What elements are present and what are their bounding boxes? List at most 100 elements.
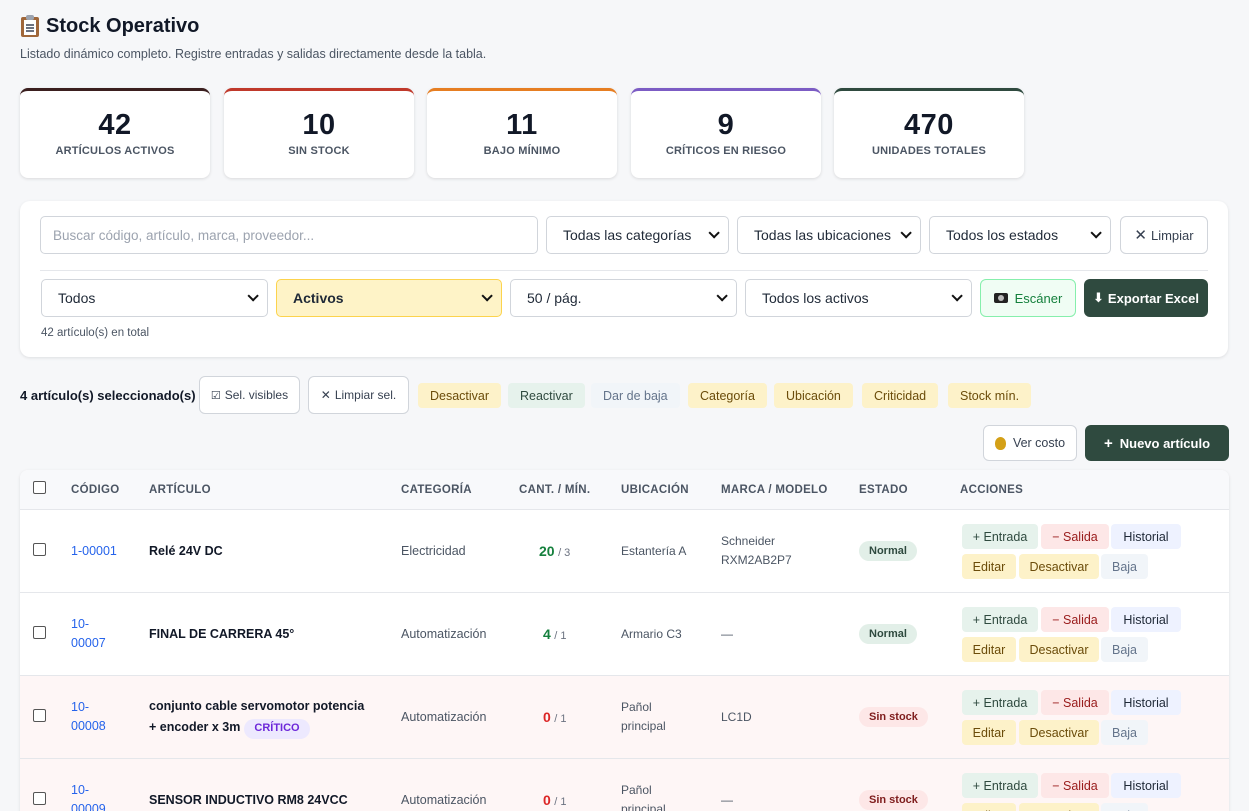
editar-button[interactable]: Editar: [962, 803, 1016, 811]
entrada-button[interactable]: + Entrada: [962, 773, 1038, 798]
col-code[interactable]: CÓDIGO: [71, 484, 119, 496]
location-select[interactable]: Todas las ubicaciones: [737, 216, 921, 254]
row-checkbox[interactable]: [33, 626, 46, 639]
item-brand: LC1D: [721, 710, 752, 724]
col-qty[interactable]: CANT. / MÍN.: [519, 484, 590, 496]
plus-icon: +: [1103, 434, 1113, 452]
desactivar-button[interactable]: Desactivar: [1019, 720, 1099, 745]
location-line1: Pañol: [621, 783, 652, 797]
item-code-link[interactable]: 10- 00008: [71, 698, 106, 736]
salida-button[interactable]: − Salida: [1041, 690, 1109, 715]
col-brand[interactable]: MARCA / MODELO: [721, 484, 828, 496]
entrada-button[interactable]: + Entrada: [962, 607, 1038, 632]
scanner-button[interactable]: Escáner: [980, 279, 1076, 317]
item-location: Pañol principal: [621, 698, 666, 736]
desactivar-button[interactable]: Desactivar: [1019, 803, 1099, 811]
status-badge: Sin stock: [859, 707, 928, 727]
filters-panel: Buscar código, artículo, marca, proveedo…: [20, 201, 1228, 357]
historial-button[interactable]: Historial: [1111, 773, 1181, 798]
type-select[interactable]: Todos: [41, 279, 268, 317]
stat-label: UNIDADES TOTALES: [871, 145, 987, 157]
item-name: FINAL DE CARRERA 45°: [149, 627, 295, 641]
table-row: 10- 00007 FINAL DE CARRERA 45° Automatiza…: [20, 593, 1229, 676]
qty-value: 20: [539, 543, 555, 559]
export-excel-button[interactable]: ⬇ Exportar Excel: [1084, 279, 1208, 317]
baja-button[interactable]: Baja: [1101, 720, 1148, 745]
location-line1: Pañol: [621, 700, 652, 714]
bulk-dispose-button[interactable]: Dar de baja: [591, 383, 680, 408]
bulk-criticality-button[interactable]: Criticidad: [862, 383, 939, 408]
item-code-link[interactable]: 10- 00007: [71, 615, 106, 653]
item-category: Automatización: [401, 793, 487, 807]
item-code: 10-: [71, 783, 90, 797]
item-code-link[interactable]: 1-00001: [71, 542, 117, 561]
row-checkbox[interactable]: [33, 792, 46, 805]
item-code-suffix: 00007: [71, 636, 106, 650]
assets-select-value: Todos los activos: [762, 290, 869, 306]
new-item-label: Nuevo artículo: [1119, 435, 1211, 451]
desactivar-button[interactable]: Desactivar: [1019, 637, 1099, 662]
item-code-link[interactable]: 10- 00009: [71, 781, 106, 811]
view-cost-button[interactable]: Ver costo: [983, 425, 1077, 461]
select-visible-button[interactable]: ☑ Sel. visibles: [199, 376, 300, 414]
col-location[interactable]: UBICACIÓN: [621, 484, 689, 496]
checkbox-icon: ☑: [210, 389, 221, 402]
stat-label: CRÍTICOS EN RIESGO: [665, 145, 787, 157]
editar-button[interactable]: Editar: [962, 554, 1016, 579]
desactivar-button[interactable]: Desactivar: [1019, 554, 1099, 579]
total-count: 42 artículo(s) en total: [41, 327, 150, 339]
status-select[interactable]: Todos los estados: [929, 216, 1111, 254]
item-brand: Schneider RXM2AB2P7: [721, 532, 792, 570]
salida-button[interactable]: − Salida: [1041, 524, 1109, 549]
baja-button[interactable]: Baja: [1101, 554, 1148, 579]
search-input[interactable]: Buscar código, artículo, marca, proveedo…: [40, 216, 538, 254]
bulk-reactivate-button[interactable]: Reactivar: [508, 383, 585, 408]
item-brand: —: [721, 793, 733, 807]
historial-button[interactable]: Historial: [1111, 607, 1181, 632]
salida-button[interactable]: − Salida: [1041, 607, 1109, 632]
salida-button[interactable]: − Salida: [1041, 773, 1109, 798]
stat-label: SIN STOCK: [288, 145, 350, 157]
item-code: 1-00001: [71, 544, 117, 558]
clear-selection-button[interactable]: ✕ Limpiar sel.: [308, 376, 409, 414]
historial-button[interactable]: Historial: [1111, 524, 1181, 549]
editar-button[interactable]: Editar: [962, 720, 1016, 745]
bulk-deactivate-button[interactable]: Desactivar: [418, 383, 502, 408]
bulk-min-stock-button[interactable]: Stock mín.: [948, 383, 1032, 408]
col-article[interactable]: ARTÍCULO: [149, 484, 211, 496]
bulk-location-button[interactable]: Ubicación: [774, 383, 853, 408]
brand-line: Schneider: [721, 534, 776, 548]
row-checkbox[interactable]: [33, 709, 46, 722]
clear-filters-button[interactable]: ✕ Limpiar: [1120, 216, 1208, 254]
col-category[interactable]: CATEGORÍA: [401, 484, 472, 496]
chevron-down-icon: [900, 227, 912, 239]
item-code-suffix: 00009: [71, 802, 106, 811]
status-badge: Normal: [859, 541, 917, 561]
stat-value: 42: [98, 109, 132, 141]
page-title-text: Stock Operativo: [46, 14, 200, 37]
active-select[interactable]: Activos: [276, 279, 502, 317]
entrada-button[interactable]: + Entrada: [962, 524, 1038, 549]
table-row: 1-00001 Relé 24V DC Electricidad 20 / 3 …: [20, 510, 1229, 593]
selection-count: 4 artículo(s) seleccionado(s): [20, 388, 196, 403]
select-all-checkbox[interactable]: [33, 481, 46, 494]
stat-value: 9: [717, 109, 735, 141]
item-category: Automatización: [401, 627, 487, 641]
assets-select[interactable]: Todos los activos: [745, 279, 972, 317]
baja-button[interactable]: Baja: [1101, 803, 1148, 811]
category-select[interactable]: Todas las categorías: [546, 216, 729, 254]
entrada-button[interactable]: + Entrada: [962, 690, 1038, 715]
historial-button[interactable]: Historial: [1111, 690, 1181, 715]
row-checkbox[interactable]: [33, 543, 46, 556]
editar-button[interactable]: Editar: [962, 637, 1016, 662]
item-category: Electricidad: [401, 544, 466, 558]
baja-button[interactable]: Baja: [1101, 637, 1148, 662]
item-qty: 0 / 1: [543, 708, 567, 729]
per-page-select[interactable]: 50 / pág.: [510, 279, 737, 317]
item-name-line1: conjunto cable servomotor potencia: [149, 699, 365, 713]
bulk-category-button[interactable]: Categoría: [688, 383, 767, 408]
new-item-button[interactable]: + Nuevo artículo: [1085, 425, 1229, 461]
close-icon: ✕: [320, 388, 331, 402]
col-status[interactable]: ESTADO: [859, 484, 908, 496]
category-select-value: Todas las categorías: [563, 227, 692, 243]
